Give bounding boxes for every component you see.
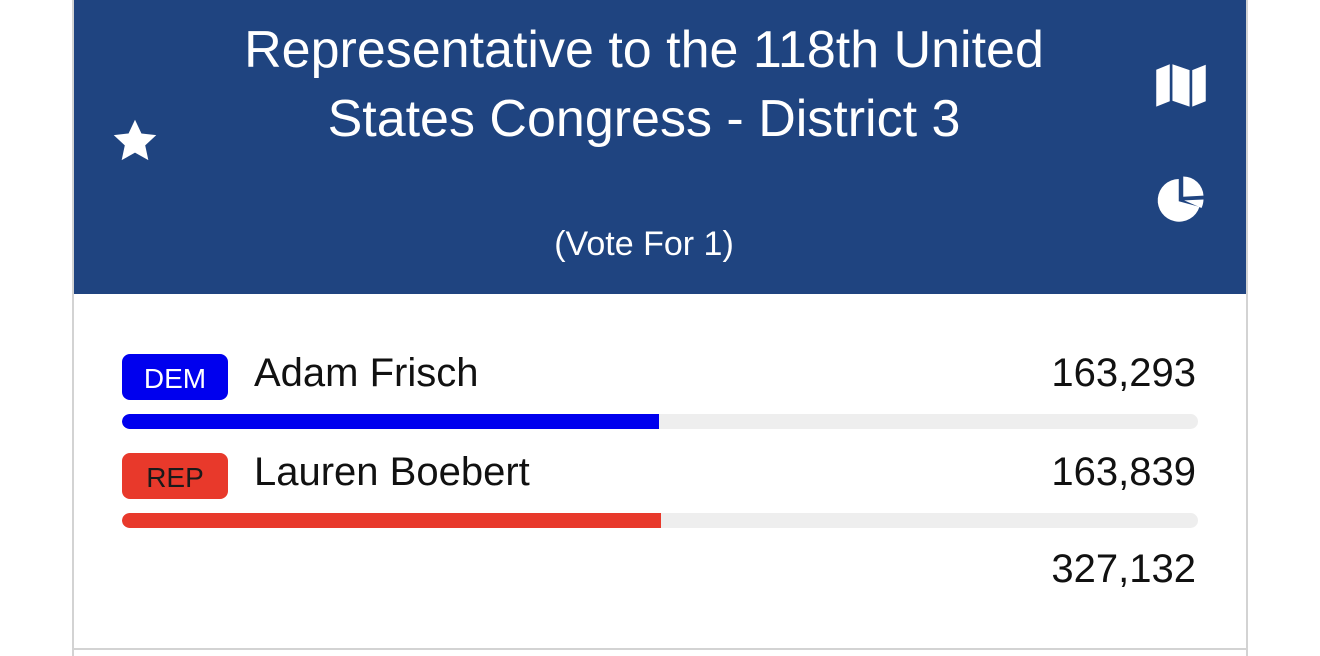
total-votes: 327,132	[1051, 547, 1196, 591]
party-badge-rep: REP	[122, 453, 228, 499]
divider	[74, 648, 1246, 650]
candidate-votes: 163,293	[1051, 351, 1196, 395]
star-icon[interactable]	[108, 116, 162, 166]
contest-title: Representative to the 118th United State…	[244, 21, 1044, 148]
vote-bar-fill	[122, 414, 660, 429]
vote-bar-track	[122, 513, 1198, 528]
map-icon[interactable]	[1154, 58, 1208, 112]
vote-bar-fill	[122, 513, 661, 528]
vote-for-count: 1	[703, 225, 723, 263]
candidate-name: Adam Frisch	[254, 351, 479, 395]
pie-chart-icon[interactable]	[1154, 172, 1208, 226]
contest-card: Representative to the 118th United State…	[72, 0, 1248, 656]
contest-header: Representative to the 118th United State…	[74, 0, 1246, 294]
party-badge-dem: DEM	[122, 354, 228, 400]
vote-for-prefix: (Vote For	[554, 225, 704, 263]
vote-bar-track	[122, 414, 1198, 429]
vote-for-suffix: )	[722, 225, 734, 263]
candidate-name: Lauren Boebert	[254, 450, 530, 494]
vote-for-label: (Vote For 1)	[234, 222, 1054, 266]
candidate-votes: 163,839	[1051, 450, 1196, 494]
